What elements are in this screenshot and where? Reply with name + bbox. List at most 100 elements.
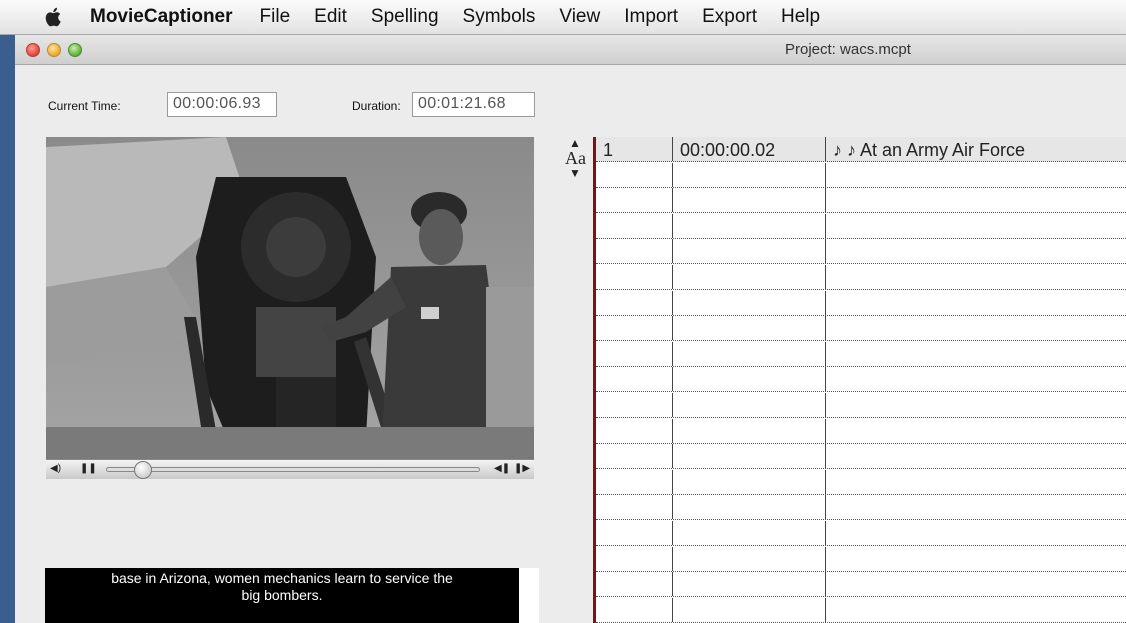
caption-text-cell[interactable] <box>826 547 1126 571</box>
caption-number-cell[interactable] <box>596 521 673 545</box>
caption-time-cell[interactable]: 00:00:00.02 <box>673 137 826 161</box>
minimize-window-button[interactable] <box>47 43 61 57</box>
table-row[interactable] <box>596 290 1126 316</box>
caption-time-cell[interactable] <box>673 213 826 238</box>
caption-text-cell[interactable] <box>826 470 1126 494</box>
table-row[interactable] <box>596 316 1126 342</box>
table-row[interactable] <box>596 469 1126 495</box>
table-row[interactable] <box>596 162 1126 188</box>
caption-text-cell[interactable] <box>826 239 1126 263</box>
table-row[interactable] <box>596 521 1126 546</box>
caption-number-cell[interactable] <box>596 341 673 366</box>
caption-text-cell[interactable] <box>826 367 1126 391</box>
caption-number-cell[interactable] <box>596 546 673 571</box>
menu-help[interactable]: Help <box>781 6 820 28</box>
caption-number-cell[interactable] <box>596 572 673 597</box>
caption-text-cell[interactable] <box>826 188 1126 212</box>
caption-number-cell[interactable] <box>596 213 673 238</box>
apple-logo-icon[interactable] <box>44 6 64 28</box>
caption-text-cell[interactable] <box>826 342 1126 366</box>
caption-text-cell[interactable] <box>826 265 1126 289</box>
caption-number-cell[interactable] <box>596 188 673 213</box>
font-size-down-icon[interactable]: ▼ <box>565 167 585 179</box>
caption-text-cell[interactable] <box>826 291 1126 315</box>
caption-text-cell[interactable]: ♪ ♪ At an Army Air Force <box>826 137 1126 161</box>
table-row[interactable] <box>596 546 1126 572</box>
caption-number-cell[interactable] <box>596 597 673 622</box>
table-row[interactable] <box>596 572 1126 598</box>
menu-app-name[interactable]: MovieCaptioner <box>90 6 233 28</box>
caption-number-cell[interactable] <box>596 393 673 417</box>
caption-time-cell[interactable] <box>673 444 826 469</box>
caption-time-cell[interactable] <box>673 418 826 443</box>
caption-number-cell[interactable] <box>596 444 673 469</box>
table-row[interactable] <box>596 213 1126 239</box>
caption-time-cell[interactable] <box>673 597 826 622</box>
caption-number-cell[interactable] <box>596 367 673 392</box>
step-back-icon[interactable]: ◀❚ <box>494 463 510 474</box>
table-row[interactable]: 1 00:00:00.02 ♪ ♪ At an Army Air Force <box>596 137 1126 162</box>
table-row[interactable] <box>596 265 1126 290</box>
table-row[interactable] <box>596 239 1126 265</box>
caption-text-cell[interactable] <box>826 521 1126 545</box>
table-row[interactable] <box>596 188 1126 214</box>
table-row[interactable] <box>596 393 1126 418</box>
caption-number-cell[interactable] <box>596 265 673 289</box>
volume-icon[interactable]: ◀) <box>50 463 61 474</box>
table-row[interactable] <box>596 597 1126 623</box>
table-row[interactable] <box>596 341 1126 367</box>
pause-icon[interactable]: ❚❚ <box>80 463 97 474</box>
caption-number-cell[interactable] <box>596 316 673 341</box>
close-window-button[interactable] <box>26 43 40 57</box>
caption-time-cell[interactable] <box>673 188 826 213</box>
caption-time-cell[interactable] <box>673 316 826 341</box>
current-time-field[interactable]: 00:00:06.93 <box>167 92 277 117</box>
caption-number-cell[interactable] <box>596 469 673 494</box>
caption-time-cell[interactable] <box>673 546 826 571</box>
caption-text-cell[interactable] <box>826 393 1126 417</box>
caption-number-cell[interactable] <box>596 418 673 443</box>
caption-time-cell[interactable] <box>673 162 826 187</box>
table-row[interactable] <box>596 444 1126 470</box>
caption-time-cell[interactable] <box>673 367 826 392</box>
caption-text-cell[interactable] <box>826 316 1126 340</box>
caption-time-cell[interactable] <box>673 290 826 315</box>
caption-text-cell[interactable] <box>826 598 1126 622</box>
caption-number-cell[interactable]: 1 <box>596 137 673 161</box>
window-titlebar[interactable]: Project: wacs.mcpt <box>15 35 1126 65</box>
caption-text-cell[interactable] <box>826 495 1126 519</box>
caption-number-cell[interactable] <box>596 239 673 264</box>
menu-spelling[interactable]: Spelling <box>371 6 439 28</box>
font-size-stepper[interactable]: ▲ Aa ▼ <box>565 137 586 179</box>
caption-time-cell[interactable] <box>673 469 826 494</box>
caption-text-cell[interactable] <box>826 419 1126 443</box>
playback-scrubber[interactable] <box>106 467 480 472</box>
caption-text-cell[interactable] <box>826 444 1126 468</box>
menu-edit[interactable]: Edit <box>314 6 347 28</box>
caption-text-cell[interactable] <box>826 163 1126 187</box>
caption-text-cell[interactable] <box>826 214 1126 238</box>
caption-time-cell[interactable] <box>673 341 826 366</box>
step-forward-icon[interactable]: ❚▶ <box>514 463 530 474</box>
playhead-knob[interactable] <box>134 461 152 479</box>
menu-file[interactable]: File <box>260 6 291 28</box>
menu-symbols[interactable]: Symbols <box>463 6 536 28</box>
duration-field[interactable]: 00:01:21.68 <box>412 92 535 117</box>
caption-time-cell[interactable] <box>673 265 826 289</box>
caption-time-cell[interactable] <box>673 393 826 417</box>
caption-table[interactable]: 1 00:00:00.02 ♪ ♪ At an Army Air Force <box>593 137 1126 623</box>
caption-time-cell[interactable] <box>673 572 826 597</box>
table-row[interactable] <box>596 367 1126 393</box>
caption-time-cell[interactable] <box>673 495 826 520</box>
caption-number-cell[interactable] <box>596 290 673 315</box>
caption-number-cell[interactable] <box>596 162 673 187</box>
table-row[interactable] <box>596 418 1126 444</box>
table-row[interactable] <box>596 495 1126 521</box>
zoom-window-button[interactable] <box>68 43 82 57</box>
menu-view[interactable]: View <box>559 6 600 28</box>
caption-text-cell[interactable] <box>826 572 1126 596</box>
caption-time-cell[interactable] <box>673 239 826 264</box>
menu-import[interactable]: Import <box>624 6 678 28</box>
menu-export[interactable]: Export <box>702 6 757 28</box>
font-size-up-icon[interactable]: ▲ <box>565 137 585 149</box>
